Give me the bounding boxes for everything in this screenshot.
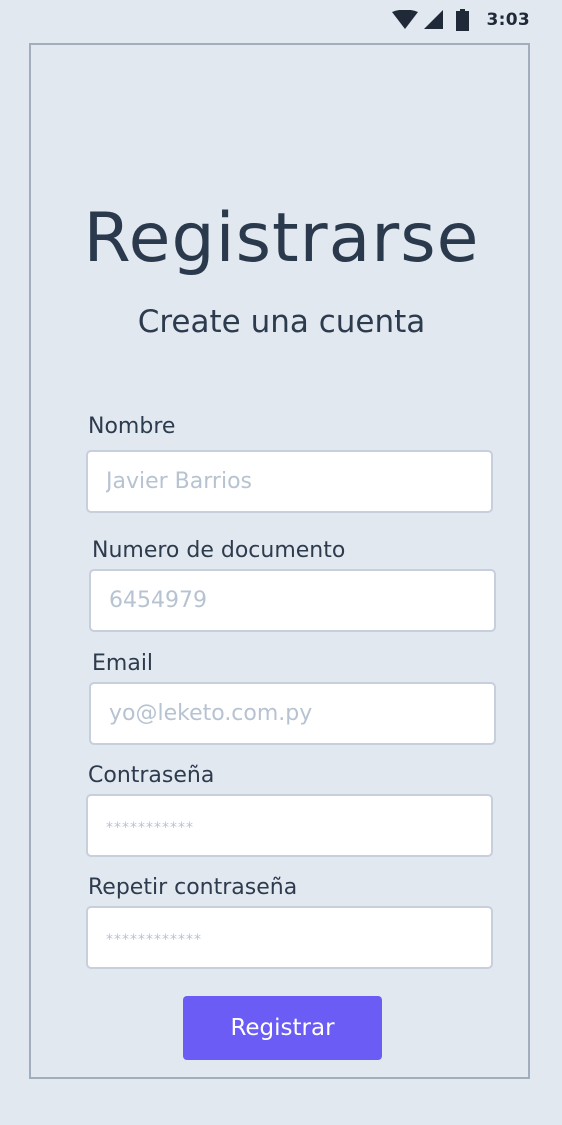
status-bar: 3:03 bbox=[0, 0, 562, 42]
repeat-password-input[interactable] bbox=[86, 906, 493, 969]
page-subtitle: Create una cuenta bbox=[137, 304, 426, 340]
status-icons: 3:03 bbox=[391, 8, 530, 32]
cellular-signal-icon bbox=[423, 10, 444, 30]
password-input[interactable] bbox=[86, 794, 493, 857]
email-label: Email bbox=[92, 651, 154, 676]
password-label: Contraseña bbox=[88, 763, 215, 788]
register-button[interactable]: Registrar bbox=[183, 996, 382, 1060]
registration-form: Registrarse Create una cuenta Nombre Num… bbox=[29, 43, 530, 1079]
repeat-password-label: Repetir contraseña bbox=[88, 875, 298, 900]
battery-icon bbox=[455, 9, 469, 31]
name-input[interactable] bbox=[86, 450, 493, 513]
page-title: Registrarse bbox=[83, 199, 480, 278]
document-number-label: Numero de documento bbox=[92, 538, 346, 563]
wifi-icon bbox=[391, 10, 418, 30]
document-number-input[interactable] bbox=[89, 569, 496, 632]
name-label: Nombre bbox=[88, 414, 176, 439]
email-input[interactable] bbox=[89, 682, 496, 745]
status-time: 3:03 bbox=[486, 10, 530, 30]
